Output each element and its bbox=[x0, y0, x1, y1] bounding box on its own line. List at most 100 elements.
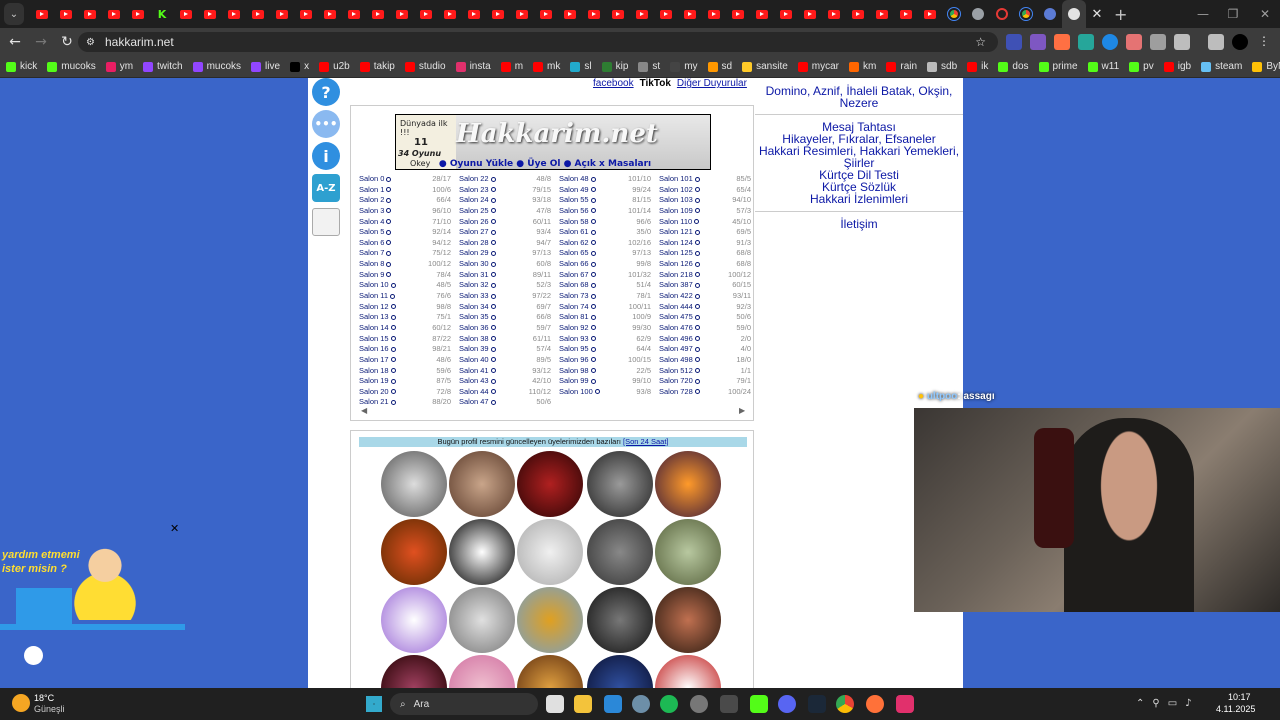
salon-row[interactable]: Salon 26 60/11 bbox=[459, 217, 551, 228]
browser-tab[interactable] bbox=[126, 3, 150, 25]
avatar[interactable] bbox=[449, 587, 515, 653]
bookmark-rain[interactable]: rain bbox=[886, 61, 917, 72]
salon-row[interactable]: Salon 6 94/12 bbox=[359, 238, 451, 249]
site-info-icon[interactable]: ⚙ bbox=[86, 37, 95, 48]
info-icon[interactable]: i bbox=[312, 142, 340, 170]
browser-tab[interactable] bbox=[702, 3, 726, 25]
avatar[interactable] bbox=[655, 587, 721, 653]
salon-row[interactable]: Salon 387 60/15 bbox=[659, 280, 751, 291]
bookmark-m[interactable]: m bbox=[500, 61, 523, 72]
back-button[interactable]: ← bbox=[2, 29, 28, 55]
salon-row[interactable]: Salon 55 81/15 bbox=[559, 195, 651, 206]
bookmark-live[interactable]: live bbox=[251, 61, 280, 72]
bookmark-x[interactable]: x bbox=[290, 61, 309, 72]
bookmark-steam[interactable]: steam bbox=[1201, 61, 1242, 72]
salon-row[interactable]: Salon 100 93/8 bbox=[559, 387, 651, 398]
app-icon[interactable] bbox=[660, 695, 678, 713]
browser-tab[interactable] bbox=[78, 3, 102, 25]
salon-row[interactable]: Salon 19 87/5 bbox=[359, 376, 451, 387]
chat-bubble-icon[interactable]: ••• bbox=[312, 110, 340, 138]
browser-tab[interactable] bbox=[654, 3, 678, 25]
salon-row[interactable]: Salon 61 35/0 bbox=[559, 227, 651, 238]
right-menu-link[interactable]: Hakkari İzlenimleri bbox=[755, 193, 963, 205]
bookmark-sl[interactable]: sl bbox=[570, 61, 592, 72]
close-window-button[interactable]: ✕ bbox=[1250, 0, 1280, 28]
browser-tab[interactable] bbox=[558, 3, 582, 25]
salon-row[interactable]: Salon 93 62/9 bbox=[559, 334, 651, 345]
salon-row[interactable]: Salon 15 87/22 bbox=[359, 334, 451, 345]
weather-icon[interactable] bbox=[12, 694, 30, 712]
salon-row[interactable]: Salon 62 102/16 bbox=[559, 238, 651, 249]
bookmark-dos[interactable]: dos bbox=[998, 61, 1029, 72]
scroll-right-arrow[interactable]: ▶ bbox=[739, 406, 745, 415]
salon-row[interactable]: Salon 20 72/8 bbox=[359, 387, 451, 398]
browser-tab[interactable] bbox=[582, 3, 606, 25]
browser-tab[interactable] bbox=[222, 3, 246, 25]
salon-row[interactable]: Salon 27 93/4 bbox=[459, 227, 551, 238]
browser-tab[interactable] bbox=[270, 3, 294, 25]
browser-tab[interactable] bbox=[246, 3, 270, 25]
steam-icon[interactable] bbox=[808, 695, 826, 713]
salon-row[interactable]: Salon 48 101/10 bbox=[559, 174, 651, 185]
bookmark-ym[interactable]: ym bbox=[105, 61, 133, 72]
browser-tab[interactable] bbox=[918, 3, 942, 25]
salon-row[interactable]: Salon 21 88/20 bbox=[359, 397, 451, 408]
bookmark-takip[interactable]: takip bbox=[359, 61, 395, 72]
browser-tab[interactable] bbox=[30, 3, 54, 25]
avatar[interactable] bbox=[655, 451, 721, 517]
salon-row[interactable]: Salon 24 93/18 bbox=[459, 195, 551, 206]
salon-row[interactable]: Salon 728 100/24 bbox=[659, 387, 751, 398]
salon-row[interactable]: Salon 25 47/8 bbox=[459, 206, 551, 217]
salon-row[interactable]: Salon 68 51/4 bbox=[559, 280, 651, 291]
salon-row[interactable]: Salon 33 97/22 bbox=[459, 291, 551, 302]
salon-row[interactable]: Salon 126 68/8 bbox=[659, 259, 751, 270]
forward-button[interactable]: → bbox=[28, 29, 54, 55]
salon-row[interactable]: Salon 16 98/21 bbox=[359, 344, 451, 355]
extension-icon[interactable] bbox=[1006, 34, 1022, 50]
extension-icon[interactable] bbox=[1078, 34, 1094, 50]
avatar[interactable] bbox=[517, 519, 583, 585]
salon-row[interactable]: Salon 10 48/5 bbox=[359, 280, 451, 291]
avatar[interactable] bbox=[587, 587, 653, 653]
salon-row[interactable]: Salon 38 61/11 bbox=[459, 334, 551, 345]
salon-row[interactable]: Salon 47 50/6 bbox=[459, 397, 551, 408]
kick-icon[interactable] bbox=[750, 695, 768, 713]
salon-row[interactable]: Salon 67 101/32 bbox=[559, 270, 651, 281]
avatar[interactable] bbox=[517, 451, 583, 517]
browser-tab[interactable] bbox=[630, 3, 654, 25]
browser-tab[interactable] bbox=[510, 3, 534, 25]
salon-row[interactable]: Salon 497 4/0 bbox=[659, 344, 751, 355]
bookmark-mucoks[interactable]: mucoks bbox=[192, 61, 241, 72]
browser-tab[interactable] bbox=[102, 3, 126, 25]
discord-icon[interactable] bbox=[778, 695, 796, 713]
salon-row[interactable]: Salon 92 99/30 bbox=[559, 323, 651, 334]
salon-row[interactable]: Salon 7 75/12 bbox=[359, 248, 451, 259]
salon-row[interactable]: Salon 66 99/8 bbox=[559, 259, 651, 270]
bookmark-ByNo[interactable]: ByNo bbox=[1252, 61, 1280, 72]
salon-row[interactable]: Salon 81 100/9 bbox=[559, 312, 651, 323]
browser-tab[interactable] bbox=[774, 3, 798, 25]
salon-row[interactable]: Salon 103 94/10 bbox=[659, 195, 751, 206]
bookmark-w11[interactable]: w11 bbox=[1087, 61, 1119, 72]
banner-links[interactable]: ● Oyunu Yükle ● Üye Ol ● Açık x Masaları bbox=[415, 159, 675, 169]
bookmark-sdb[interactable]: sdb bbox=[927, 61, 957, 72]
bookmark-pv[interactable]: pv bbox=[1129, 61, 1154, 72]
salon-row[interactable]: Salon 40 89/5 bbox=[459, 355, 551, 366]
reload-button[interactable]: ↻ bbox=[54, 29, 80, 55]
avatar[interactable] bbox=[449, 655, 515, 688]
bookmark-sansite[interactable]: sansite bbox=[742, 61, 788, 72]
browser-tab[interactable] bbox=[366, 3, 390, 25]
last-24h-link[interactable]: [Son 24 Saat] bbox=[623, 437, 668, 446]
salon-row[interactable]: Salon 14 60/12 bbox=[359, 323, 451, 334]
salon-row[interactable]: Salon 96 100/15 bbox=[559, 355, 651, 366]
avatar[interactable] bbox=[587, 451, 653, 517]
salon-row[interactable]: Salon 121 69/5 bbox=[659, 227, 751, 238]
bookmark-km[interactable]: km bbox=[849, 61, 876, 72]
extension-icon[interactable] bbox=[1102, 34, 1118, 50]
salon-row[interactable]: Salon 512 1/1 bbox=[659, 366, 751, 377]
extension-icon[interactable] bbox=[1150, 34, 1166, 50]
bookmark-insta[interactable]: insta bbox=[455, 61, 491, 72]
salon-row[interactable]: Salon 3 96/10 bbox=[359, 206, 451, 217]
salon-row[interactable]: Salon 9 78/4 bbox=[359, 270, 451, 281]
bookmark-mucoks[interactable]: mucoks bbox=[47, 61, 96, 72]
